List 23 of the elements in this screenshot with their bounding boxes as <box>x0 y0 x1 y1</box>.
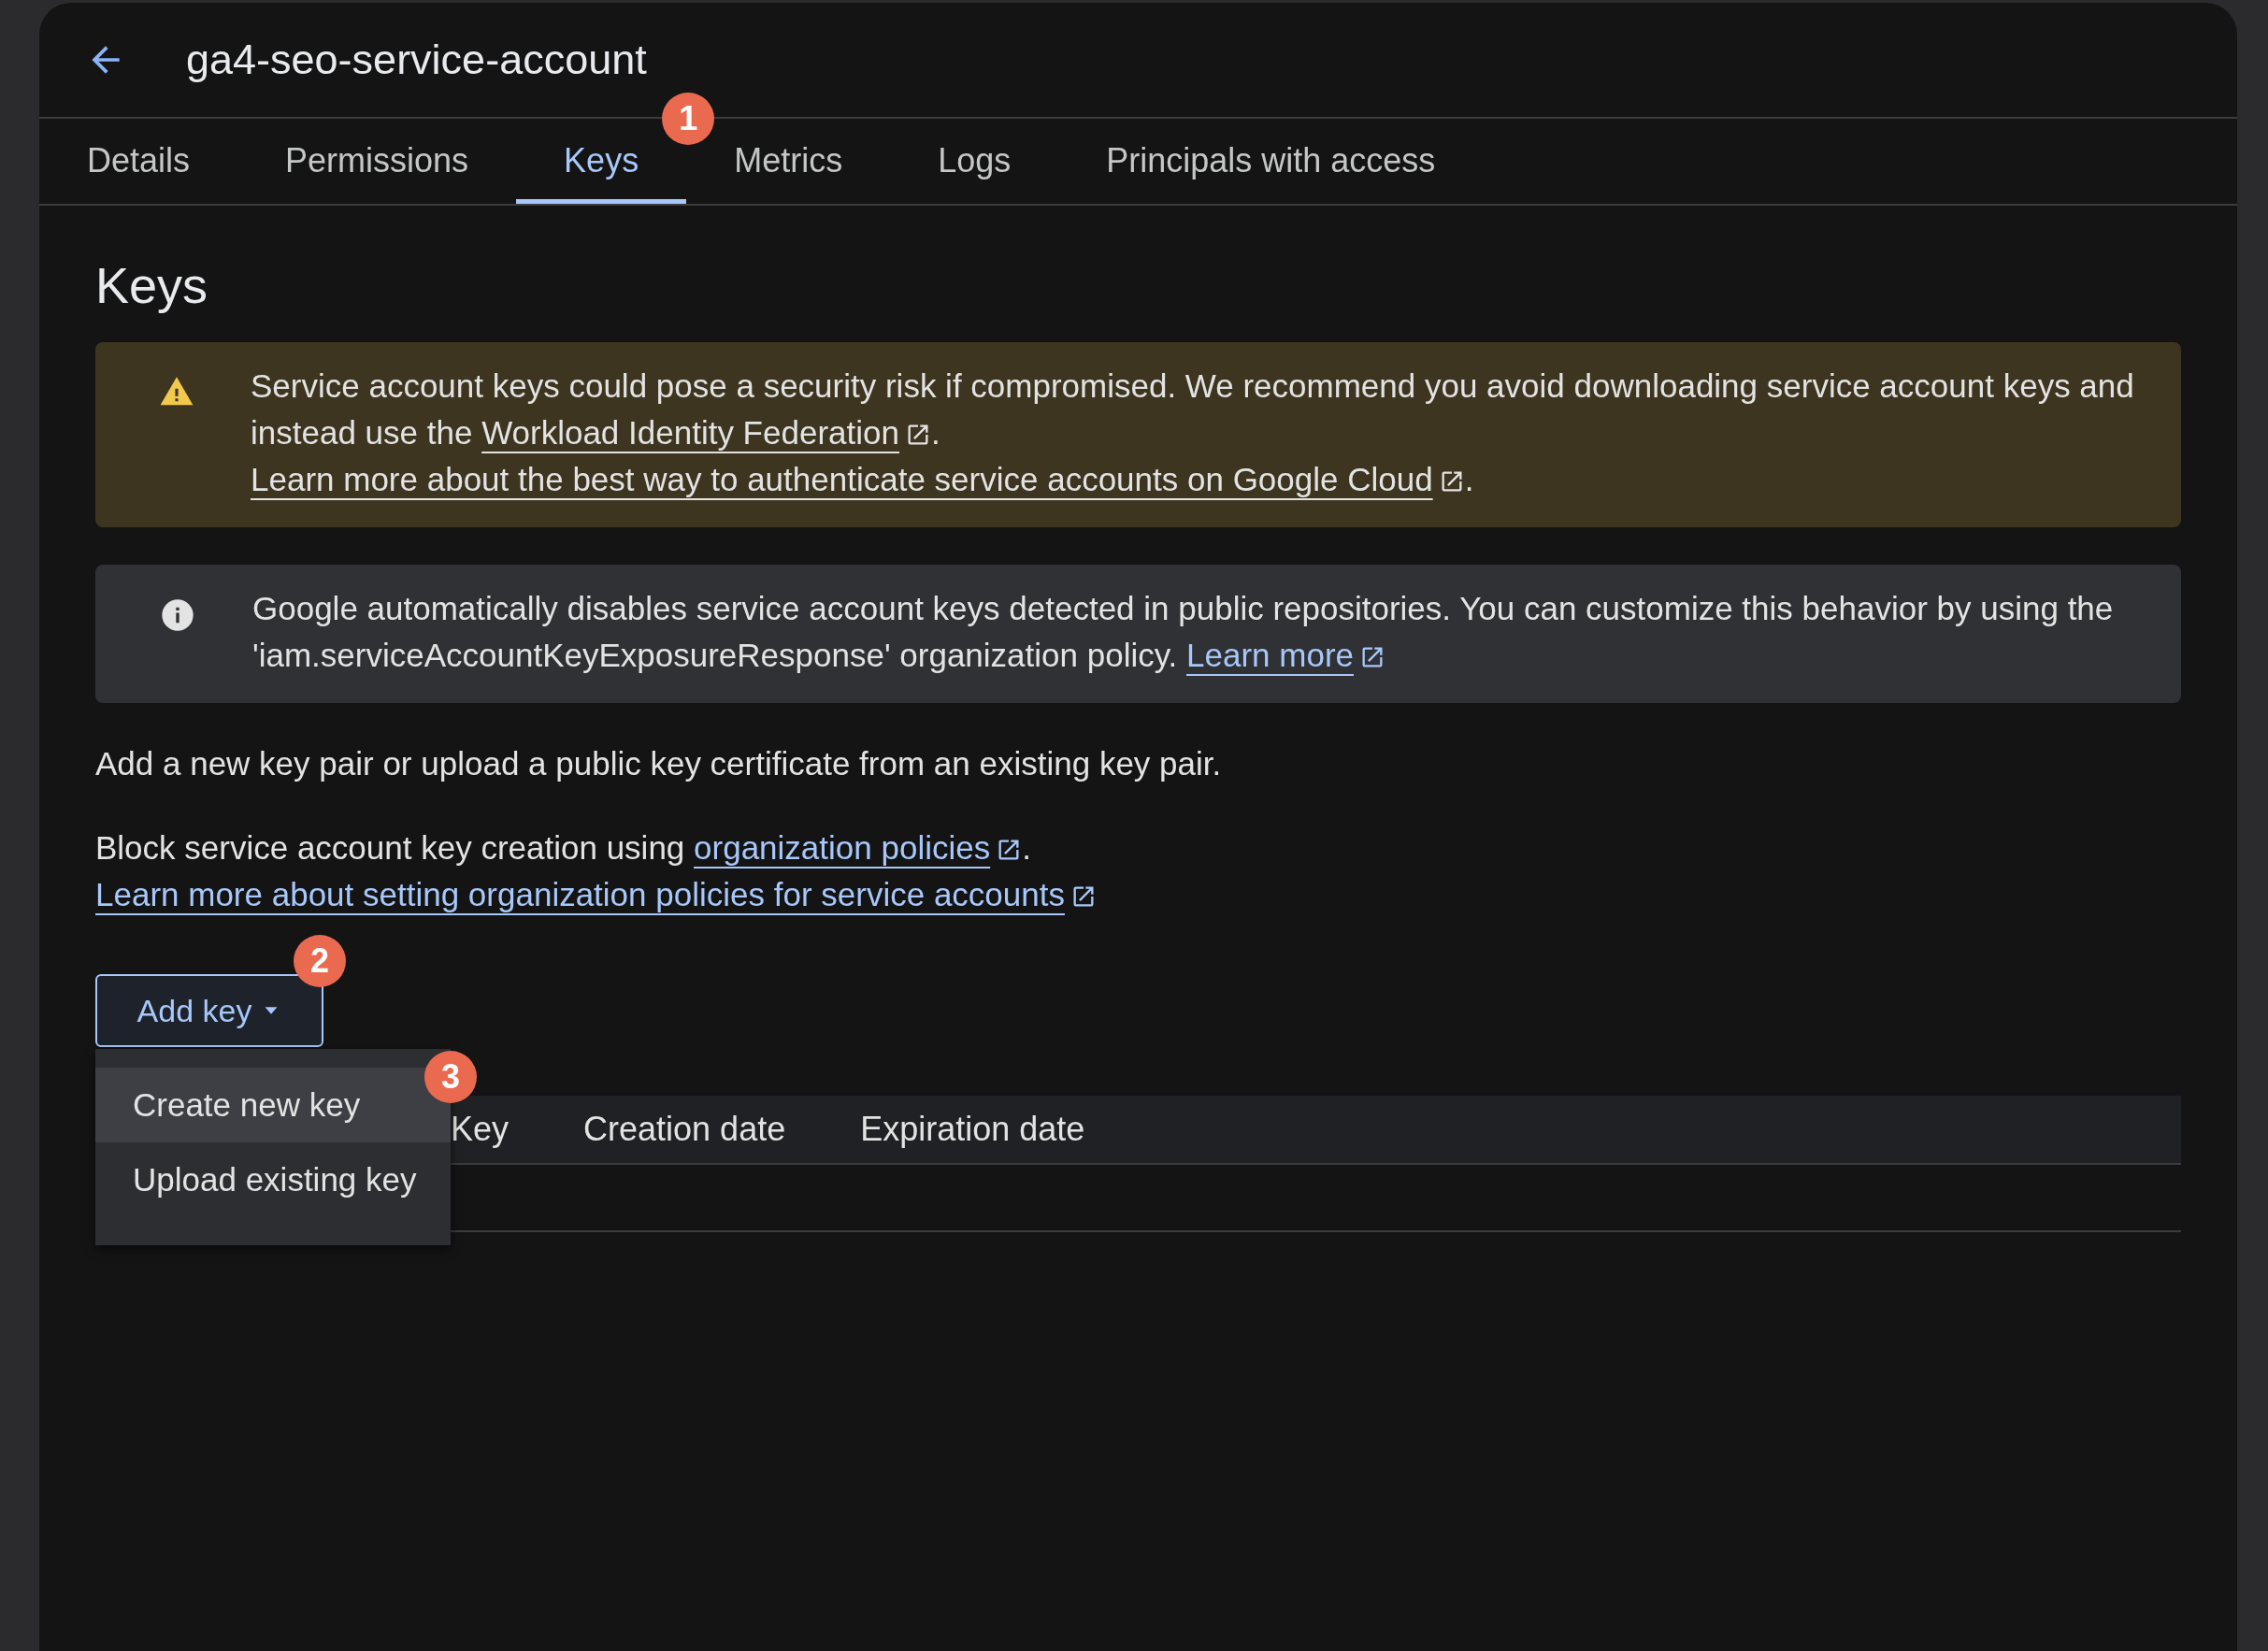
tab[interactable]: Logs <box>890 119 1059 204</box>
add-key-button[interactable]: Add key <box>95 974 323 1047</box>
step-badge: 1 <box>662 93 715 145</box>
tab[interactable]: Permissions <box>237 119 517 204</box>
column-header: Creation date <box>583 1110 786 1149</box>
body-text: Block service account key creation using organization policies . <box>95 828 1032 868</box>
link[interactable]: Learn more <box>1186 637 1386 673</box>
menu-item[interactable]: Upload existing key <box>95 1142 451 1217</box>
body-text: Add a new key pair or upload a public key certificate from an existing key pair. <box>95 744 1223 783</box>
tab[interactable]: Details <box>39 119 238 204</box>
link[interactable]: Workload Identity Federation <box>481 414 931 451</box>
warning-message: Service account keys could pose a security risk if compromised. We recommend you avoid downloading service account keys and instead use the Workload Identity Federation . Learn more about the best way to authenticate service accounts on Google Cloud . <box>251 366 2135 499</box>
link[interactable]: Learn more about the best way to authenticate service accounts on Google Cloud <box>251 461 1465 497</box>
link[interactable]: Learn more about setting organization policies for service accounts <box>95 876 1097 912</box>
step-badge: 2 <box>294 935 346 987</box>
column-header: Key <box>451 1110 510 1149</box>
page-title: ga4-seo-service-account <box>186 36 647 84</box>
info-icon <box>159 596 196 634</box>
tab[interactable]: Principals with access <box>1058 119 1484 204</box>
column-header: Expiration date <box>860 1110 1085 1149</box>
info-message: Google automatically disables service account keys detected in public repositories. You can customize this behavior by using the 'iam.serviceAccountKeyExposureResponse' organization policy. Learn more <box>252 589 2115 675</box>
section-heading: Keys <box>95 256 209 314</box>
link[interactable]: organization policies <box>694 829 1023 866</box>
